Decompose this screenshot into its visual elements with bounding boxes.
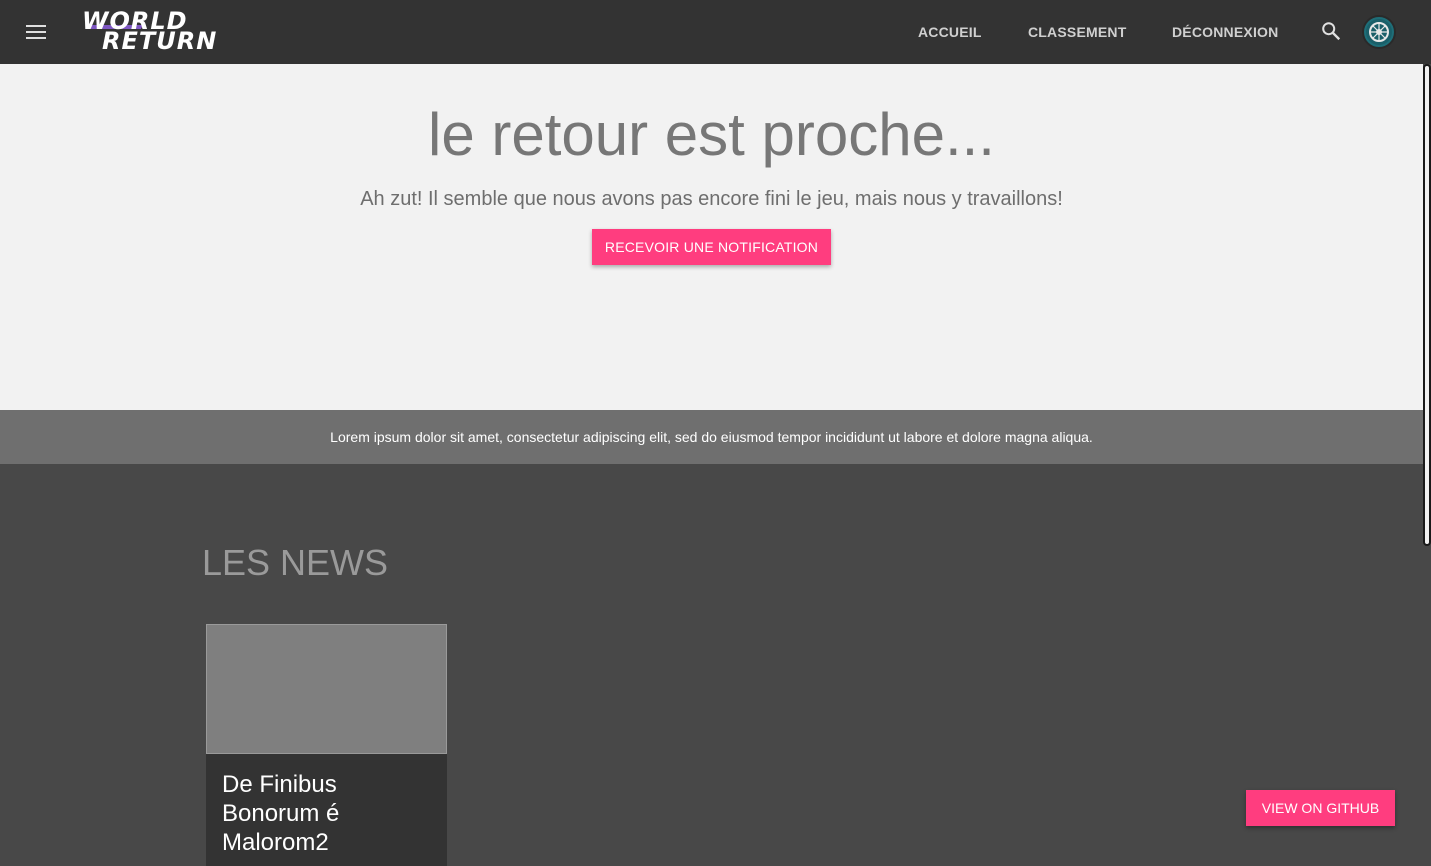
news-card[interactable]: De Finibus Bonorum é Malorom2 bbox=[206, 624, 447, 866]
hero-title: le retour est proche... bbox=[428, 101, 995, 168]
hero-subtitle: Ah zut! Il semble que nous avons pas enc… bbox=[360, 188, 1063, 210]
news-card-title: De Finibus Bonorum é Malorom2 bbox=[222, 771, 340, 856]
search-icon[interactable] bbox=[1320, 20, 1342, 42]
view-on-github-button[interactable]: VIEW ON GITHUB bbox=[1246, 790, 1395, 826]
scrollbar-thumb[interactable] bbox=[1423, 64, 1431, 546]
avatar[interactable] bbox=[1362, 15, 1396, 49]
top-app-bar: WORLD RETURN ACCUEIL CLASSEMENT DÉCONNEX… bbox=[0, 0, 1431, 64]
world-return-logo[interactable]: WORLD RETURN bbox=[80, 9, 240, 55]
nav-classement[interactable]: CLASSEMENT bbox=[1028, 24, 1126, 40]
nav-accueil[interactable]: ACCUEIL bbox=[918, 24, 982, 40]
menu-icon[interactable] bbox=[22, 21, 50, 43]
hero-section: le retour est proche... Ah zut! Il sembl… bbox=[0, 64, 1423, 410]
news-card-image bbox=[206, 624, 447, 754]
news-section-title: LES NEWS bbox=[202, 542, 389, 583]
avatar-icon bbox=[1366, 19, 1392, 45]
notify-button[interactable]: RECEVOIR UNE NOTIFICATION bbox=[592, 229, 831, 265]
nav-deconnexion[interactable]: DÉCONNEXION bbox=[1172, 24, 1278, 40]
info-banner: Lorem ipsum dolor sit amet, consectetur … bbox=[0, 410, 1423, 464]
